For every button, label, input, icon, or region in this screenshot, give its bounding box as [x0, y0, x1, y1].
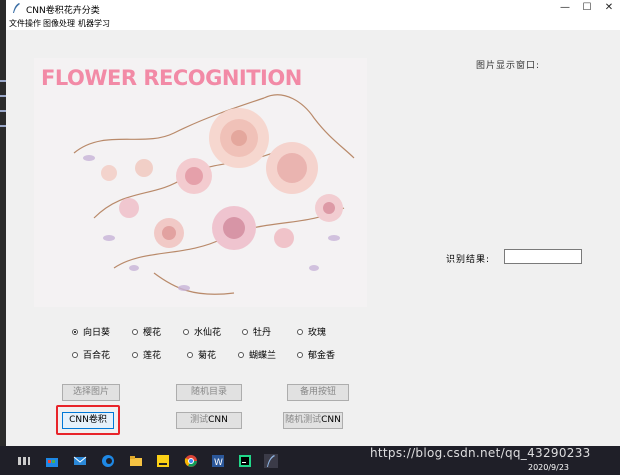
client-area: FLOWER RECOGNITION 图片显示窗口: 识别结果: 向日葵 樱花 …: [6, 30, 620, 446]
radio-rose[interactable]: 玫瑰: [297, 325, 326, 338]
minimize-button[interactable]: —: [554, 0, 576, 16]
banner-heading: FLOWER RECOGNITION: [41, 66, 302, 90]
tray-date: 2020/9/23: [528, 463, 570, 472]
radio-icon: [72, 351, 78, 358]
maximize-button[interactable]: ☐: [576, 0, 598, 16]
radio-icon: [132, 328, 138, 335]
file-explorer-icon[interactable]: [129, 454, 143, 468]
task-view-icon[interactable]: [17, 454, 31, 468]
chrome-icon[interactable]: [184, 454, 198, 468]
feather-icon: [13, 3, 20, 13]
radio-tulip[interactable]: 郁金香: [297, 348, 335, 361]
radio-lily[interactable]: 百合花: [72, 348, 110, 361]
window-title: CNN卷积花卉分类: [26, 6, 100, 16]
image-display-label: 图片显示窗口:: [476, 61, 541, 71]
button-prefix: 随机测试: [285, 415, 322, 425]
radio-label: 百合花: [83, 351, 111, 361]
radio-orchid[interactable]: 蝴蝶兰: [238, 348, 276, 361]
svg-text:W: W: [214, 458, 223, 468]
radio-label: 玫瑰: [308, 328, 327, 338]
radio-label: 蝴蝶兰: [249, 351, 277, 361]
radio-selected-icon: [72, 328, 78, 335]
mail-icon[interactable]: [73, 454, 87, 468]
flower-banner-image: FLOWER RECOGNITION: [34, 58, 367, 307]
radio-icon: [297, 351, 303, 358]
radio-peony[interactable]: 牡丹: [242, 325, 271, 338]
radio-label: 水仙花: [194, 328, 222, 338]
test-cnn-button[interactable]: 测试CNN: [176, 412, 242, 429]
feather-app-icon[interactable]: [264, 454, 278, 468]
result-label: 识别结果:: [446, 255, 491, 265]
radio-icon: [242, 328, 248, 335]
radio-icon: [183, 328, 189, 335]
menu-file[interactable]: 文件操作: [9, 18, 41, 29]
edge-icon[interactable]: [101, 454, 115, 468]
radio-icon: [132, 351, 138, 358]
title-bar: CNN卷积花卉分类 — ☐ ✕: [6, 0, 620, 16]
radio-lotus[interactable]: 莲花: [132, 348, 161, 361]
menu-image-processing[interactable]: 图像处理: [43, 18, 75, 29]
pycharm-icon[interactable]: [238, 454, 252, 468]
floral-illustration: [73, 94, 355, 295]
radio-label: 樱花: [143, 328, 162, 338]
radio-icon: [187, 351, 193, 358]
close-button[interactable]: ✕: [598, 0, 620, 16]
radio-label: 向日葵: [83, 328, 111, 338]
radio-chrysanthemum[interactable]: 菊花: [187, 348, 216, 361]
radio-label: 菊花: [198, 351, 217, 361]
radio-cherry-blossom[interactable]: 樱花: [132, 325, 161, 338]
radio-narcissus[interactable]: 水仙花: [183, 325, 221, 338]
sticky-notes-icon[interactable]: [156, 454, 170, 468]
button-suffix: CNN: [208, 415, 228, 425]
random-directory-button[interactable]: 随机目录: [176, 384, 242, 401]
result-field[interactable]: [504, 249, 582, 264]
menu-machine-learning[interactable]: 机器学习: [78, 18, 110, 29]
watermark-text: https://blog.csdn.net/qq_43290233: [370, 446, 591, 460]
spare-button[interactable]: 备用按钮: [287, 384, 349, 401]
select-image-button[interactable]: 选择图片: [62, 384, 120, 401]
radio-label: 莲花: [143, 351, 162, 361]
radio-icon: [238, 351, 244, 358]
radio-icon: [297, 328, 303, 335]
store-icon[interactable]: [45, 454, 59, 468]
annotation-highlight: [56, 405, 120, 435]
button-suffix: CNN: [321, 415, 341, 425]
random-test-cnn-button[interactable]: 随机测试CNN: [283, 412, 343, 429]
word-icon[interactable]: W: [211, 454, 225, 468]
radio-sunflower[interactable]: 向日葵: [72, 325, 110, 338]
radio-label: 郁金香: [308, 351, 336, 361]
radio-label: 牡丹: [253, 328, 272, 338]
menu-bar: 文件操作 图像处理 机器学习: [6, 16, 620, 30]
button-prefix: 测试: [190, 415, 209, 425]
